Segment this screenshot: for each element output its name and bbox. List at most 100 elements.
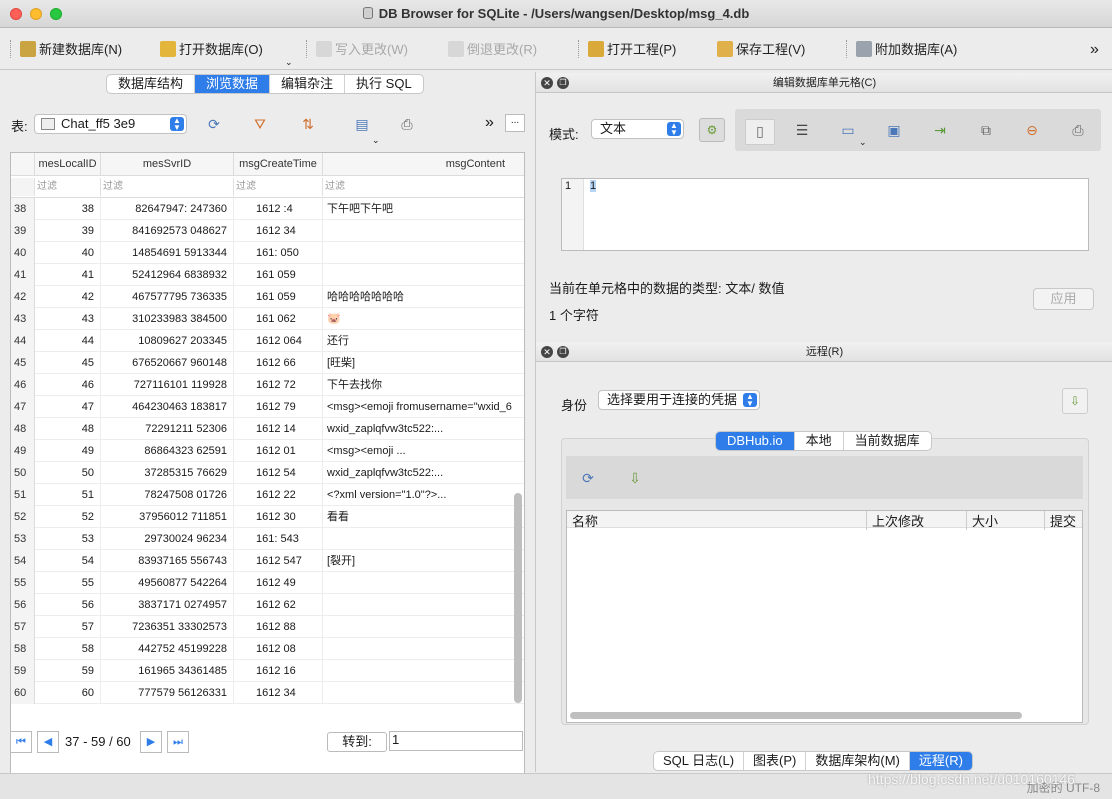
column-header-meslocalid[interactable]: mesLocalID <box>35 153 101 176</box>
cell-messvrid[interactable]: 49560877 542264 <box>101 572 234 594</box>
table-row[interactable]: 43 43 310233983 384500 161 062 🐷 <box>11 308 524 330</box>
tab-remote[interactable]: 远程(R) <box>909 752 972 770</box>
cell-messvrid[interactable]: 52412964 6838932 <box>101 264 234 286</box>
cell-messvrid[interactable]: 7236351 33302573 <box>101 616 234 638</box>
cell-msgcreatetime[interactable]: 1612 72 <box>234 374 323 396</box>
cell-msgcreatetime[interactable]: 161: 050 <box>234 242 323 264</box>
open-in-app-icon[interactable]: ⧉ <box>975 119 997 141</box>
column-header-last-modified[interactable]: 上次修改 <box>866 511 924 530</box>
cell-msgcontent[interactable]: <msg><emoji fromusername="wxid_6 <box>323 396 513 418</box>
cell-msgcontent[interactable]: [旺柴] <box>323 352 513 374</box>
tab-current-database[interactable]: 当前数据库 <box>844 432 931 450</box>
cell-msgcontent[interactable]: wxid_zaplqfvw3tc522:... <box>323 462 513 484</box>
row-number[interactable]: 55 <box>11 572 35 594</box>
cell-messvrid[interactable]: 310233983 384500 <box>101 308 234 330</box>
cell-messvrid[interactable]: 14854691 5913344 <box>101 242 234 264</box>
open-project-button[interactable]: 打开工程(P) <box>588 40 676 60</box>
column-header-msgcreatetime[interactable]: msgCreateTime <box>234 153 323 176</box>
cell-meslocalid[interactable]: 45 <box>35 352 101 374</box>
cell-msgcontent[interactable]: <msg><emoji ... <box>323 440 513 462</box>
import-identity-icon[interactable]: ⇩ <box>1062 388 1088 414</box>
word-wrap-icon[interactable]: ▯ <box>745 119 775 145</box>
table-row[interactable]: 46 46 727116101 119928 1612 72 下午去找你 <box>11 374 524 396</box>
tab-browse-data[interactable]: 浏览数据 <box>195 75 271 93</box>
table-row[interactable]: 45 45 676520667 960148 1612 66 [旺柴] <box>11 352 524 374</box>
cell-msgcreatetime[interactable]: 1612 22 <box>234 484 323 506</box>
table-row[interactable]: 50 50 37285315 76629 1612 54 wxid_zaplqfvw3t… <box>11 462 524 484</box>
attach-database-button[interactable]: 附加数据库(A) <box>856 40 957 60</box>
cell-meslocalid[interactable]: 50 <box>35 462 101 484</box>
cell-messvrid[interactable]: 727116101 119928 <box>101 374 234 396</box>
cell-meslocalid[interactable]: 43 <box>35 308 101 330</box>
first-page-button[interactable]: ⏮ <box>10 731 32 753</box>
cell-meslocalid[interactable]: 54 <box>35 550 101 572</box>
clear-cell-icon[interactable]: ⊖ <box>1021 119 1043 141</box>
cell-msgcontent[interactable]: 哈哈哈哈哈哈哈 <box>323 286 513 308</box>
cell-meslocalid[interactable]: 58 <box>35 638 101 660</box>
write-changes-button[interactable]: 写入更改(W) <box>316 40 408 60</box>
row-number[interactable]: 38 <box>11 198 35 220</box>
row-number[interactable]: 39 <box>11 220 35 242</box>
save-table-icon[interactable]: ▤ <box>351 113 373 135</box>
open-database-dropdown-icon[interactable]: ⌄ <box>285 52 293 72</box>
previous-page-button[interactable]: ◀ <box>37 731 59 753</box>
open-database-button[interactable]: 打开数据库(O) <box>160 40 263 60</box>
cell-msgcontent[interactable] <box>323 528 513 550</box>
cell-meslocalid[interactable]: 60 <box>35 682 101 704</box>
cell-msgcontent[interactable]: 看看 <box>323 506 513 528</box>
cell-messvrid[interactable]: 37956012 711851 <box>101 506 234 528</box>
cell-messvrid[interactable]: 83937165 556743 <box>101 550 234 572</box>
set-null-icon[interactable]: ⇥ <box>929 119 951 141</box>
cell-msgcreatetime[interactable]: 161 059 <box>234 286 323 308</box>
cell-meslocalid[interactable]: 55 <box>35 572 101 594</box>
cell-meslocalid[interactable]: 52 <box>35 506 101 528</box>
row-number[interactable]: 46 <box>11 374 35 396</box>
tab-local[interactable]: 本地 <box>795 432 844 450</box>
cell-meslocalid[interactable]: 59 <box>35 660 101 682</box>
cell-msgcontent[interactable] <box>323 594 513 616</box>
close-icon[interactable]: ✕ <box>541 77 553 89</box>
cell-messvrid[interactable]: 777579 56126331 <box>101 682 234 704</box>
table-row[interactable]: 58 58 442752 45199228 1612 08 <box>11 638 524 660</box>
cell-msgcontent[interactable]: <?xml version="1.0"?>... <box>323 484 513 506</box>
cell-msgcreatetime[interactable]: 1612 08 <box>234 638 323 660</box>
cell-msgcreatetime[interactable]: 1612 01 <box>234 440 323 462</box>
table-row[interactable]: 39 39 841692573 048627 1612 34 <box>11 220 524 242</box>
cell-messvrid[interactable]: 467577795 736335 <box>101 286 234 308</box>
more-options-button[interactable]: ... <box>505 114 525 132</box>
cell-meslocalid[interactable]: 44 <box>35 330 101 352</box>
save-project-button[interactable]: 保存工程(V) <box>717 40 805 60</box>
cell-msgcontent[interactable] <box>323 572 513 594</box>
cell-msgcreatetime[interactable]: 161 059 <box>234 264 323 286</box>
cell-msgcontent[interactable]: 🐷 <box>323 308 513 330</box>
table-row[interactable]: 56 56 3837171 0274957 1612 62 <box>11 594 524 616</box>
cell-messvrid[interactable]: 442752 45199228 <box>101 638 234 660</box>
row-number[interactable]: 45 <box>11 352 35 374</box>
cell-msgcreatetime[interactable]: 161 062 <box>234 308 323 330</box>
cell-msgcreatetime[interactable]: 1612 14 <box>234 418 323 440</box>
cell-msgcontent[interactable]: [裂开] <box>323 550 513 572</box>
horizontal-scroll-thumb[interactable] <box>570 712 1022 719</box>
table-select[interactable]: Chat_ff5 3e9 ▲ ▼ <box>34 114 187 134</box>
cell-msgcontent[interactable] <box>323 616 513 638</box>
refresh-icon[interactable]: ⟳ <box>577 467 599 489</box>
table-row[interactable]: 60 60 777579 56126331 1612 34 <box>11 682 524 704</box>
cell-editor[interactable]: 1 1 <box>561 178 1089 251</box>
cell-msgcontent[interactable] <box>323 660 513 682</box>
cell-msgcreatetime[interactable]: 1612 62 <box>234 594 323 616</box>
cell-msgcreatetime[interactable]: 1612 54 <box>234 462 323 484</box>
cell-msgcreatetime[interactable]: 1612 30 <box>234 506 323 528</box>
cell-messvrid[interactable]: 464230463 183817 <box>101 396 234 418</box>
tab-execute-sql[interactable]: 执行 SQL <box>345 75 423 93</box>
table-row[interactable]: 54 54 83937165 556743 1612 547 [裂开] <box>11 550 524 572</box>
import-icon[interactable]: ▭ <box>837 119 859 141</box>
column-header-size[interactable]: 大小 <box>966 511 998 530</box>
tab-edit-pragmas[interactable]: 编辑杂注 <box>270 75 346 93</box>
cell-messvrid[interactable]: 82647947: 247360 <box>101 198 234 220</box>
filter-input-meslocalid[interactable]: 过滤 <box>35 178 101 196</box>
revert-changes-button[interactable]: 倒退更改(R) <box>448 40 537 60</box>
table-row[interactable]: 41 41 52412964 6838932 161 059 <box>11 264 524 286</box>
row-number[interactable]: 54 <box>11 550 35 572</box>
cell-msgcreatetime[interactable]: 1612 66 <box>234 352 323 374</box>
tab-sql-log[interactable]: SQL 日志(L) <box>654 752 745 770</box>
